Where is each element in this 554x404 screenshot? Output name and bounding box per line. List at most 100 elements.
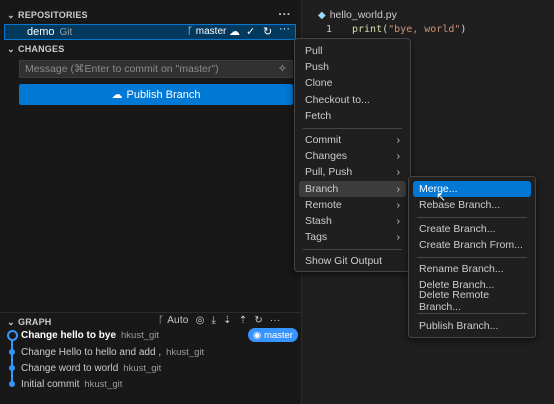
changes-label: Changes: [305, 150, 348, 162]
tags-label: Tags: [305, 231, 328, 243]
menu-item-delete-remote-branch[interactable]: Delete Remote Branch...: [413, 289, 531, 313]
code-paren-close: ): [460, 24, 467, 35]
chevron-right-icon: ›: [396, 134, 400, 146]
code-function: print: [352, 24, 383, 35]
mouse-pointer-icon: ↖: [436, 190, 447, 204]
commit-author: hkust_git: [166, 346, 205, 358]
menu-item-remote[interactable]: Remote ›: [299, 197, 406, 213]
cloud-upload-icon: ☁: [111, 89, 123, 101]
branch-name: master: [195, 26, 227, 37]
menu-item-stash[interactable]: Stash ›: [299, 213, 406, 229]
commit-message: Change hello to bye: [21, 329, 117, 341]
branch-filter-button[interactable]: ᚴ Auto: [158, 315, 189, 326]
menu-item-branch[interactable]: Branch ›: [299, 181, 406, 197]
commit-message: Change Hello to hello and add ,: [21, 346, 162, 358]
more-actions-icon[interactable]: ···: [279, 23, 290, 35]
cloud-upload-icon[interactable]: ☁: [229, 25, 240, 38]
commit-label: Commit: [305, 134, 342, 146]
menu-separator: [303, 128, 402, 129]
branch-icon: ᚴ: [158, 315, 165, 326]
repositories-title: REPOSITORIES: [18, 10, 88, 20]
commit-author: hkust_git: [121, 329, 160, 341]
repo-name: demo: [27, 26, 55, 38]
publish-branch-button[interactable]: ☁ Publish Branch: [19, 84, 293, 105]
head-commit-node: [7, 329, 18, 341]
sparkle-icon[interactable]: ✧: [278, 62, 287, 75]
chevron-down-icon: ⌄: [7, 9, 15, 20]
remote-label: Remote: [305, 199, 342, 211]
changes-section-header[interactable]: ⌄ CHANGES: [0, 40, 301, 58]
menu-item-show-git-output[interactable]: Show Git Output: [299, 253, 406, 269]
graph-title: GRAPH: [18, 317, 52, 327]
chevron-right-icon: ›: [396, 215, 400, 227]
menu-separator: [417, 257, 527, 258]
graph-commit-row[interactable]: Change word to world hkust_git: [0, 360, 301, 376]
chevron-down-icon: ⌄: [7, 43, 15, 54]
badge-label: master: [263, 329, 293, 341]
chevron-down-icon: ⌄: [7, 316, 15, 327]
commit-message: Change word to world: [21, 362, 119, 374]
pull-push-label: Pull, Push: [305, 166, 353, 178]
commit-message-input[interactable]: Message (⌘Enter to commit on "master") ✧: [19, 60, 293, 78]
commit-author: hkust_git: [123, 362, 162, 374]
menu-item-create-branch[interactable]: Create Branch...: [413, 221, 531, 237]
refresh-icon[interactable]: ↻: [254, 315, 263, 326]
commit-message-placeholder: Message (⌘Enter to commit on "master"): [25, 63, 219, 75]
branch-submenu: Merge... Rebase Branch... Create Branch.…: [408, 176, 536, 338]
menu-item-clone[interactable]: Clone: [299, 75, 406, 91]
pull-icon[interactable]: ⇣: [223, 315, 232, 326]
menu-item-commit[interactable]: Commit ›: [299, 132, 406, 148]
refresh-icon[interactable]: ↻: [263, 25, 272, 38]
repo-type: Git: [59, 26, 73, 38]
commit-node: [9, 381, 15, 387]
branch-indicator[interactable]: ᚴ master: [187, 26, 226, 37]
more-actions-icon[interactable]: ···: [270, 315, 281, 326]
menu-separator: [417, 217, 527, 218]
menu-item-pull-push[interactable]: Pull, Push ›: [299, 164, 406, 180]
more-actions-menu: Pull Push Clone Checkout to... Fetch Com…: [294, 38, 411, 272]
branch-badge: ◉ master: [248, 328, 298, 342]
menu-item-changes[interactable]: Changes ›: [299, 148, 406, 164]
target-icon: ◉: [253, 329, 264, 341]
chevron-right-icon: ›: [396, 166, 400, 178]
menu-item-pull[interactable]: Pull: [299, 43, 406, 59]
code-string: "bye, world": [388, 24, 461, 35]
commit-message: Initial commit: [21, 378, 80, 390]
menu-item-rename-branch[interactable]: Rename Branch...: [413, 261, 531, 277]
branch-icon: ᚴ: [187, 26, 193, 37]
changes-title: CHANGES: [18, 44, 65, 54]
target-icon[interactable]: ◎: [196, 315, 205, 326]
editor-breadcrumb[interactable]: ◆ hello_world.py: [318, 9, 397, 21]
commit-node: [9, 365, 15, 371]
stash-label: Stash: [305, 215, 332, 227]
menu-separator: [417, 313, 527, 314]
menu-item-tags[interactable]: Tags ›: [299, 229, 406, 245]
repositories-section-header[interactable]: ⌄ REPOSITORIES ···: [0, 6, 301, 24]
graph-commit-row[interactable]: Change Hello to hello and add , hkust_gi…: [0, 344, 301, 360]
chevron-right-icon: ›: [396, 199, 400, 211]
chevron-right-icon: ›: [396, 183, 400, 195]
menu-item-publish-branch[interactable]: Publish Branch...: [413, 318, 531, 334]
commit-node: [9, 349, 15, 355]
commit-author: hkust_git: [84, 378, 123, 390]
python-file-icon: ◆: [318, 10, 326, 21]
auto-label: Auto: [167, 315, 189, 326]
menu-item-merge[interactable]: Merge...: [413, 181, 531, 197]
file-name: hello_world.py: [329, 9, 397, 21]
menu-item-checkout[interactable]: Checkout to...: [299, 92, 406, 108]
commit-check-icon[interactable]: ✓: [246, 25, 255, 38]
line-number: 1: [326, 24, 333, 35]
menu-item-create-branch-from[interactable]: Create Branch From...: [413, 237, 531, 253]
chevron-right-icon: ›: [396, 150, 400, 162]
menu-item-rebase-branch[interactable]: Rebase Branch...: [413, 197, 531, 213]
repository-row-demo[interactable]: demo Git ᚴ master ☁ ✓ ↻ ···: [4, 23, 296, 40]
fetch-icon[interactable]: ⤓: [212, 315, 217, 326]
graph-commit-row[interactable]: Initial commit hkust_git: [0, 376, 301, 392]
push-icon[interactable]: ⇡: [239, 315, 248, 326]
menu-item-fetch[interactable]: Fetch: [299, 108, 406, 124]
branch-label: Branch: [305, 183, 339, 195]
menu-item-push[interactable]: Push: [299, 59, 406, 75]
publish-branch-label: Publish Branch: [126, 88, 201, 101]
chevron-right-icon: ›: [396, 231, 400, 243]
more-actions-icon[interactable]: ···: [278, 7, 291, 21]
